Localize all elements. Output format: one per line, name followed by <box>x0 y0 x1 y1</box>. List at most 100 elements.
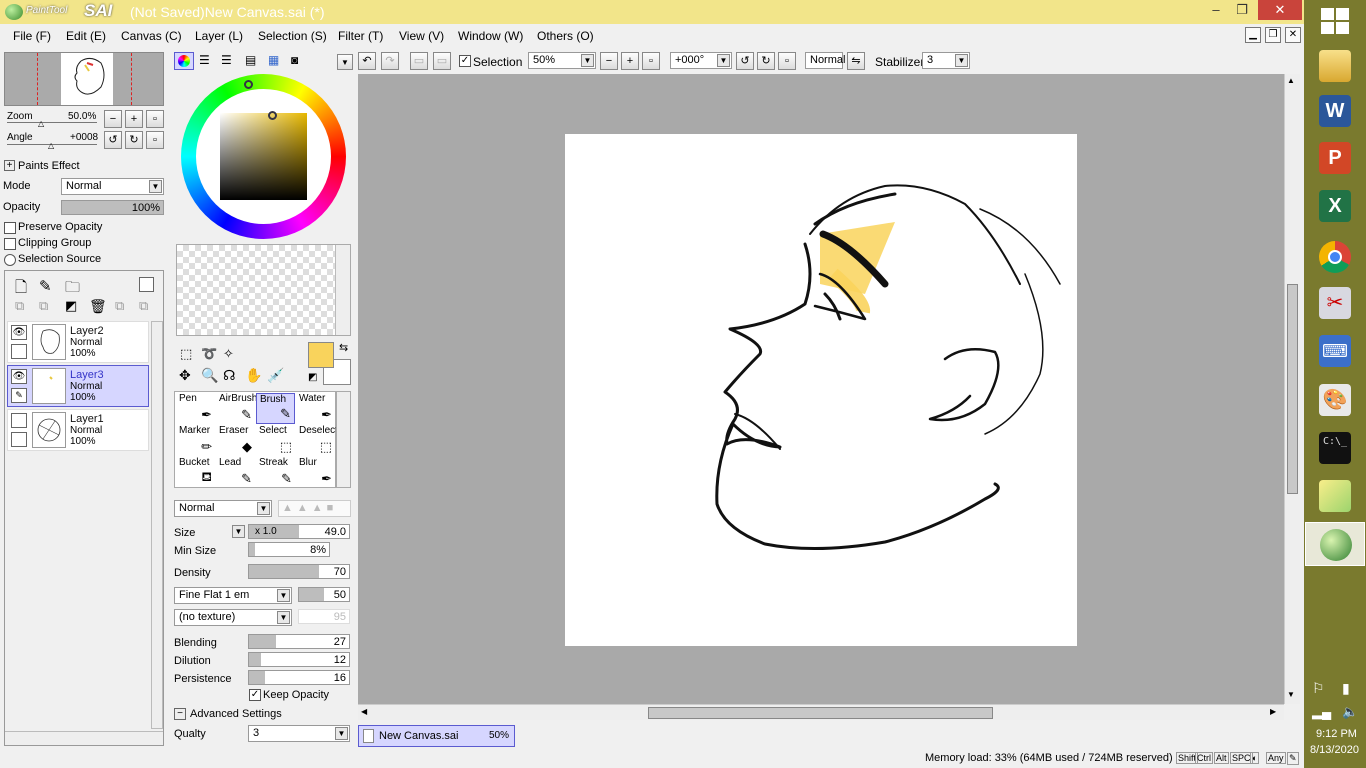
clock-time[interactable]: 9:12 PM <box>1316 728 1357 740</box>
painttool-sai-taskbar-button[interactable] <box>1305 522 1365 566</box>
canvas-vertical-scrollbar[interactable]: ▲ ▼ <box>1284 74 1300 704</box>
eye-icon[interactable]: 👁 <box>11 369 27 384</box>
toolbar-zoom-reset-button[interactable]: ▫ <box>642 52 660 70</box>
persistence-slider[interactable]: 16 <box>248 670 350 685</box>
zoom-slider-thumb-icon[interactable]: △ <box>38 119 44 128</box>
density-slider[interactable]: 70 <box>248 564 350 579</box>
scroll-up-icon[interactable]: ▲ <box>1287 76 1295 85</box>
menu-view[interactable]: View (V) <box>399 29 444 43</box>
size-slider[interactable]: x 1.0 49.0 <box>248 524 350 539</box>
eyedropper-icon[interactable]: 💉 <box>267 367 284 384</box>
menu-layer[interactable]: Layer (L) <box>195 29 243 43</box>
toolbar-zoom-in-button[interactable]: + <box>621 52 639 70</box>
scratchpad-scrollbar[interactable] <box>335 245 350 335</box>
tool-palette-scrollbar[interactable] <box>336 391 351 488</box>
hue-picker-cursor[interactable] <box>244 80 253 89</box>
lock-toggle[interactable] <box>11 344 27 359</box>
tool-select[interactable]: Select ⬚ <box>256 425 295 456</box>
size-multiplier-chevron-icon[interactable]: ▼ <box>232 525 245 538</box>
brush-shape-slider[interactable]: 50 <box>298 587 350 602</box>
scroll-down-icon[interactable]: ▼ <box>1287 690 1295 699</box>
magic-wand-icon[interactable]: ✧ <box>223 346 234 362</box>
primary-color-swatch[interactable] <box>308 342 334 368</box>
vertical-scroll-thumb[interactable] <box>1287 284 1298 494</box>
canvas-paper[interactable] <box>565 134 1077 646</box>
menu-edit[interactable]: Edit (E) <box>66 29 106 43</box>
signal-icon[interactable]: ▂▄ <box>1312 704 1331 720</box>
pen-icon[interactable]: ✎ <box>11 388 27 403</box>
layer-row-layer2[interactable]: 👁 Layer2 Normal 100% <box>7 321 149 363</box>
flip-horizontal-button[interactable]: ⇋ <box>847 52 865 70</box>
canvas-horizontal-scrollbar[interactable]: ◀ ▶ <box>358 704 1284 720</box>
tool-airbrush[interactable]: AirBrush ✎ <box>216 393 257 424</box>
tool-blur[interactable]: Blur ✒ <box>296 457 335 488</box>
restore-button[interactable]: ❐ <box>1228 0 1256 20</box>
invert-selection-button[interactable]: ▭ <box>433 52 451 70</box>
document-tab[interactable]: New Canvas.sai 50% <box>358 725 515 747</box>
toolbar-zoom-out-button[interactable]: − <box>600 52 618 70</box>
rotate-right-button[interactable]: ↻ <box>125 131 143 149</box>
expand-icon[interactable]: + <box>4 160 15 171</box>
tool-eraser[interactable]: Eraser ◆ <box>216 425 255 456</box>
quality-select[interactable]: 3 ▼ <box>248 725 350 742</box>
rect-select-icon[interactable]: ⬚ <box>180 346 192 362</box>
mdi-restore-icon[interactable]: ❐ <box>1265 27 1281 43</box>
tool-marker[interactable]: Marker ✏ <box>176 425 215 456</box>
hand-icon[interactable]: ✋ <box>245 367 262 384</box>
scroll-left-icon[interactable]: ◀ <box>361 707 367 716</box>
snipping-tool-icon[interactable]: ✂ <box>1319 287 1351 319</box>
undo-button[interactable]: ↶ <box>358 52 376 70</box>
keep-opacity-checkbox[interactable]: ✓ <box>249 689 261 701</box>
layer-row-layer3[interactable]: 👁 ✎ Layer3 Normal 100% <box>7 365 149 407</box>
rotate-tool-icon[interactable]: ☊ <box>223 367 235 384</box>
tool-deselect[interactable]: Deselect ⬚ <box>296 425 338 456</box>
tool-water[interactable]: Water ✒ <box>296 393 335 424</box>
swap-colors-icon[interactable]: ⇆ <box>339 341 348 354</box>
zoom-in-button[interactable]: + <box>125 110 143 128</box>
minimize-button[interactable]: – <box>1202 0 1230 20</box>
transparent-color-icon[interactable]: ◩ <box>308 372 317 383</box>
excel-icon[interactable]: X <box>1319 190 1351 222</box>
collapse-icon[interactable]: − <box>174 708 186 720</box>
clock-date[interactable]: 8/13/2020 <box>1310 744 1359 756</box>
hsv-slider-icon[interactable]: ☰ <box>221 53 232 67</box>
layer-scrollbar[interactable] <box>151 321 163 729</box>
menu-others[interactable]: Others (O) <box>537 29 594 43</box>
transfer-icon[interactable]: ◩ <box>65 298 77 314</box>
layer-row-layer1[interactable]: Layer1 Normal 100% <box>7 409 149 451</box>
toolbar-rotate-reset-button[interactable]: ▫ <box>778 52 796 70</box>
stabilizer-select[interactable]: 3 ▼ <box>922 52 970 69</box>
network-warning-icon[interactable]: ⚐ <box>1312 680 1325 697</box>
tool-lead[interactable]: Lead ✎ <box>216 457 255 488</box>
menu-window[interactable]: Window (W) <box>458 29 523 43</box>
layer-mask-icon[interactable] <box>139 277 154 292</box>
toolbar-menu-chevron-icon[interactable]: ▼ <box>337 54 353 70</box>
zoom-reset-button[interactable]: ▫ <box>146 110 164 128</box>
toolbar-rotate-right-button[interactable]: ↻ <box>757 52 775 70</box>
color-wheel-tab[interactable] <box>174 52 194 70</box>
zoom-select[interactable]: 50% ▼ <box>528 52 596 69</box>
scratchpad-tab-icon[interactable]: ◙ <box>291 53 298 67</box>
swatches-tab-icon[interactable]: ▤ <box>245 53 256 67</box>
clipping-group-checkbox[interactable] <box>4 238 16 250</box>
mdi-minimize-icon[interactable]: ▁ <box>1245 27 1261 43</box>
merge-visible-icon[interactable]: ⧉ <box>139 298 148 314</box>
menu-file[interactable]: File (F) <box>13 29 51 43</box>
powerpoint-icon[interactable]: P <box>1319 142 1351 174</box>
deselect-button[interactable]: ▭ <box>410 52 428 70</box>
tool-bucket[interactable]: Bucket ⛾ <box>176 457 215 488</box>
selection-checkbox[interactable]: ✓ <box>459 55 471 67</box>
paint-icon[interactable]: 🎨 <box>1319 384 1351 416</box>
merge-down-icon[interactable]: ⧉ <box>39 298 48 314</box>
layer-hscrollbar[interactable] <box>5 731 163 745</box>
command-prompt-icon[interactable]: C:\_ <box>1319 432 1351 464</box>
on-screen-keyboard-icon[interactable]: ⌨ <box>1319 335 1351 367</box>
mixer-tab-icon[interactable]: ▦ <box>268 53 279 67</box>
zoom-out-button[interactable]: − <box>104 110 122 128</box>
sticky-notes-icon[interactable] <box>1319 480 1351 512</box>
saturation-value-square[interactable] <box>220 113 307 200</box>
selection-source-radio[interactable] <box>4 254 16 266</box>
delete-layer-icon[interactable]: 🗑 <box>89 298 107 315</box>
volume-icon[interactable]: 🔈 <box>1342 704 1358 720</box>
file-explorer-icon[interactable] <box>1319 50 1351 82</box>
